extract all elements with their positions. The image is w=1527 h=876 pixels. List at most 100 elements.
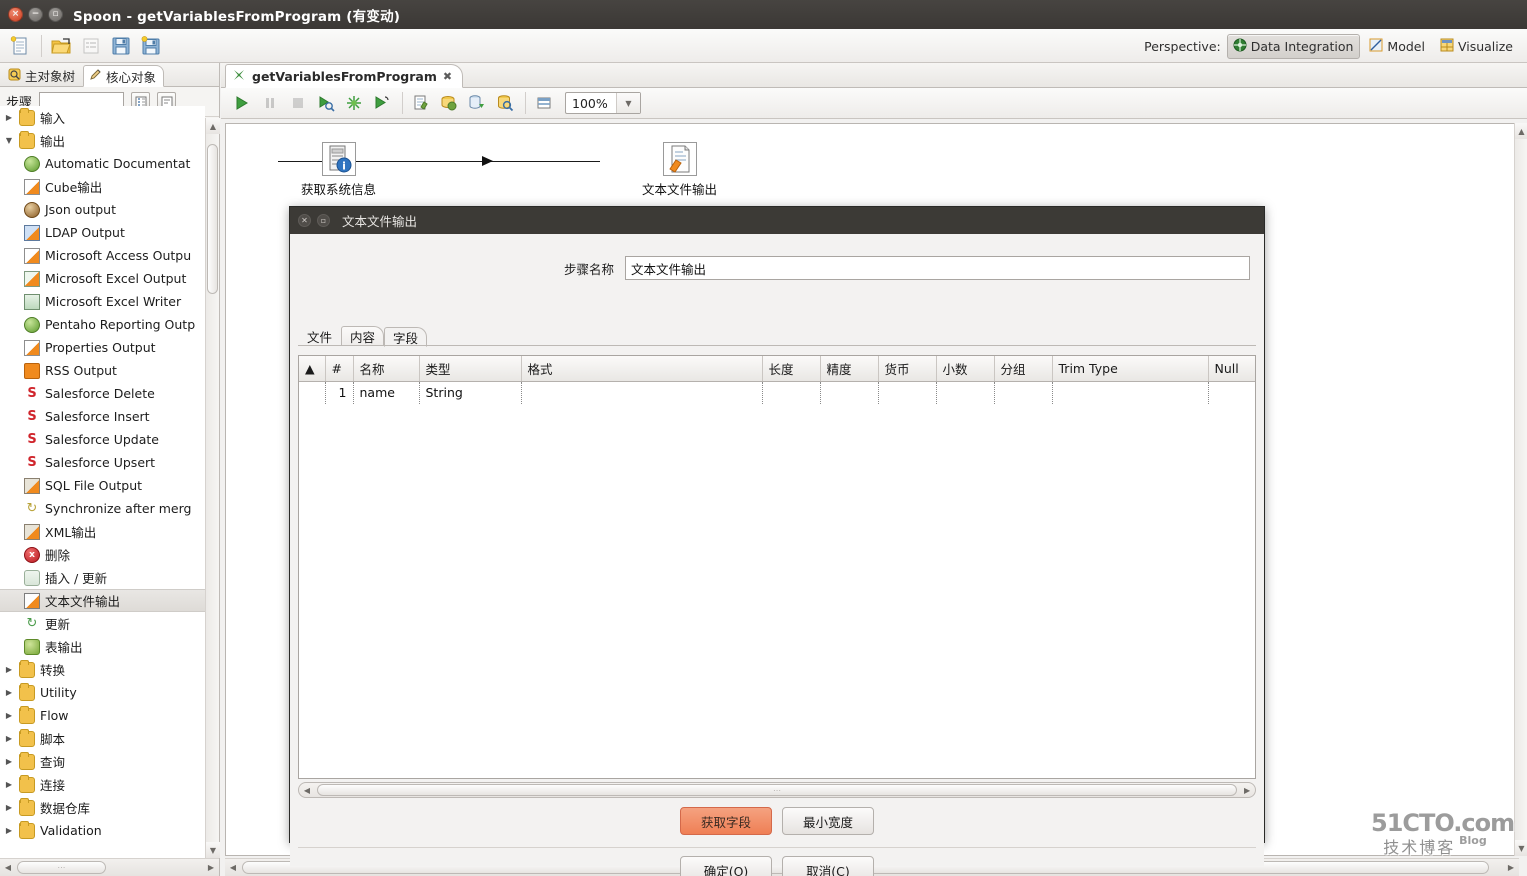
tree-step-item[interactable]: Pentaho Reporting Outp [0,313,205,336]
tab-transformation[interactable]: getVariablesFromProgram ✖ [225,64,464,88]
grid-hscroll-thumb[interactable]: ⋯ [316,784,1238,796]
table-row[interactable]: 1 name String [299,381,1255,404]
cell-field-trim-type[interactable] [1052,381,1209,404]
chevron-right-icon[interactable]: ▶ [4,711,14,720]
tree-folder-item[interactable]: ▼ 输出 [0,129,205,152]
grid-scroll-left-arrow[interactable]: ◀ [299,782,315,798]
column-header-field-null[interactable]: Null [1208,356,1255,382]
perspective-model[interactable]: Model [1364,35,1431,58]
close-icon[interactable]: ✕ [298,214,311,227]
explore-db-icon[interactable] [492,90,518,116]
left-tree-horizontal-scrollbar[interactable]: ◀ ⋯ ▶ [0,858,219,876]
chevron-right-icon[interactable]: ▶ [4,688,14,697]
tree-step-item[interactable]: ↻ Synchronize after merg [0,497,205,520]
fields-grid[interactable]: ▲ # 名称 类型 格式 长度 精度 货币 小数 分组 Trim Type Null 1 name Str… [298,355,1256,779]
tree-folder-item[interactable]: ▶ Utility [0,681,205,704]
tree-step-item[interactable]: RSS Output [0,359,205,382]
core-objects-tree[interactable]: ▶ 输入 ▼ 输出 Automatic Documentat Cube输出 Json out… [0,106,205,858]
tree-step-item[interactable]: S Salesforce Update [0,428,205,451]
open-file-icon[interactable] [47,32,75,60]
chevron-right-icon[interactable]: ▶ [4,113,14,122]
tab-content[interactable]: 内容 [341,326,385,346]
cell-field-name[interactable]: name [353,381,420,404]
tab-fields[interactable]: 字段 [384,327,428,347]
tree-folder-item[interactable]: ▶ 输入 [0,106,205,129]
chevron-right-icon[interactable]: ▶ [4,734,14,743]
chevron-right-icon[interactable]: ▶ [4,757,14,766]
tree-step-item[interactable]: SQL File Output [0,474,205,497]
tree-folder-item[interactable]: ▶ 连接 [0,773,205,796]
perspective-visualize[interactable]: Visualize [1435,35,1519,58]
step-text-file-output[interactable]: 文本文件输出 [642,142,717,198]
cell-field-precision[interactable] [820,381,879,404]
scroll-down-arrow[interactable]: ▼ [206,842,220,858]
tree-step-item[interactable]: 插入 / 更新 [0,566,205,589]
column-header-row-number[interactable]: # [325,356,354,382]
column-header-field-format[interactable]: 格式 [521,356,763,382]
canvas-scroll-up-arrow[interactable]: ▲ [1515,123,1527,139]
tree-folder-item[interactable]: ▶ Flow [0,704,205,727]
column-header-field-type[interactable]: 类型 [419,356,522,382]
zoom-value[interactable]: 100% [566,96,616,111]
tree-step-item[interactable]: 删除 [0,543,205,566]
tree-step-item[interactable]: 表输出 [0,635,205,658]
hscroll-thumb[interactable]: ⋯ [17,861,106,874]
column-header-sort-indicator[interactable]: ▲ [299,356,326,382]
tree-step-item[interactable]: 文本文件输出 [0,589,205,612]
maximize-icon[interactable]: ▫ [317,214,330,227]
hscroll-track[interactable]: ⋯ [17,861,202,874]
canvas-scroll-down-arrow[interactable]: ▼ [1515,840,1527,856]
left-tree-vertical-scrollbar[interactable]: ▲ ▼ [205,118,220,858]
cell-field-currency[interactable] [878,381,937,404]
tree-step-item[interactable]: ↻ 更新 [0,612,205,635]
cell-row-number[interactable]: 1 [325,381,354,404]
step-get-system-info[interactable]: i 获取系统信息 [301,142,376,198]
chevron-right-icon[interactable]: ▶ [4,780,14,789]
cancel-button[interactable]: 取消(C) [782,856,874,876]
scrollbar-thumb[interactable] [207,144,218,294]
tree-step-item[interactable]: S Salesforce Delete [0,382,205,405]
maximize-icon[interactable]: ▫ [48,7,63,22]
cell-field-decimal[interactable] [936,381,995,404]
tree-step-item[interactable]: Microsoft Access Outpu [0,244,205,267]
cell-field-type[interactable]: String [419,381,522,404]
column-header-field-name[interactable]: 名称 [353,356,420,382]
canvas-scroll-right-arrow[interactable]: ▶ [1503,860,1519,876]
replay-icon[interactable] [369,90,395,116]
column-header-field-group[interactable]: 分组 [994,356,1053,382]
canvas-vertical-scrollbar[interactable]: ▲ ▼ [1514,123,1527,856]
scroll-up-arrow[interactable]: ▲ [206,118,220,134]
scroll-right-arrow[interactable]: ▶ [203,860,219,876]
tree-step-item[interactable]: LDAP Output [0,221,205,244]
chevron-right-icon[interactable]: ▶ [4,803,14,812]
tab-main-object-tree[interactable]: 主对象树 [2,64,83,86]
tree-folder-item[interactable]: ▶ 转换 [0,658,205,681]
tree-step-item[interactable]: Microsoft Excel Writer [0,290,205,313]
column-header-field-decimal[interactable]: 小数 [936,356,995,382]
close-icon[interactable]: × [8,7,23,22]
column-header-field-currency[interactable]: 货币 [878,356,937,382]
cell-field-format[interactable] [521,381,763,404]
new-file-icon[interactable] [6,32,34,60]
show-grid-icon[interactable] [531,90,557,116]
scroll-left-arrow[interactable]: ◀ [0,860,16,876]
cell-sort[interactable] [299,381,326,404]
cell-field-group[interactable] [994,381,1053,404]
save-icon[interactable] [107,32,135,60]
tree-step-item[interactable]: Cube输出 [0,175,205,198]
tree-folder-item[interactable]: ▶ 脚本 [0,727,205,750]
run-icon[interactable] [229,90,255,116]
fields-grid-horizontal-scrollbar[interactable]: ◀ ⋯ ▶ [298,782,1256,798]
chevron-down-icon[interactable]: ▼ [4,136,14,145]
tree-folder-item[interactable]: ▶ Validation [0,819,205,842]
tree-step-item[interactable]: Microsoft Excel Output [0,267,205,290]
cell-field-length[interactable] [762,381,821,404]
tree-folder-item[interactable]: ▶ 数据仓库 [0,796,205,819]
column-header-field-trim-type[interactable]: Trim Type [1052,356,1209,382]
step-name-input[interactable] [625,256,1250,280]
canvas-scroll-left-arrow[interactable]: ◀ [225,860,241,876]
chevron-right-icon[interactable]: ▶ [4,665,14,674]
chevron-down-icon[interactable]: ▼ [616,93,640,113]
save-as-icon[interactable] [137,32,165,60]
tab-core-objects[interactable]: 核心对象 [83,65,165,87]
